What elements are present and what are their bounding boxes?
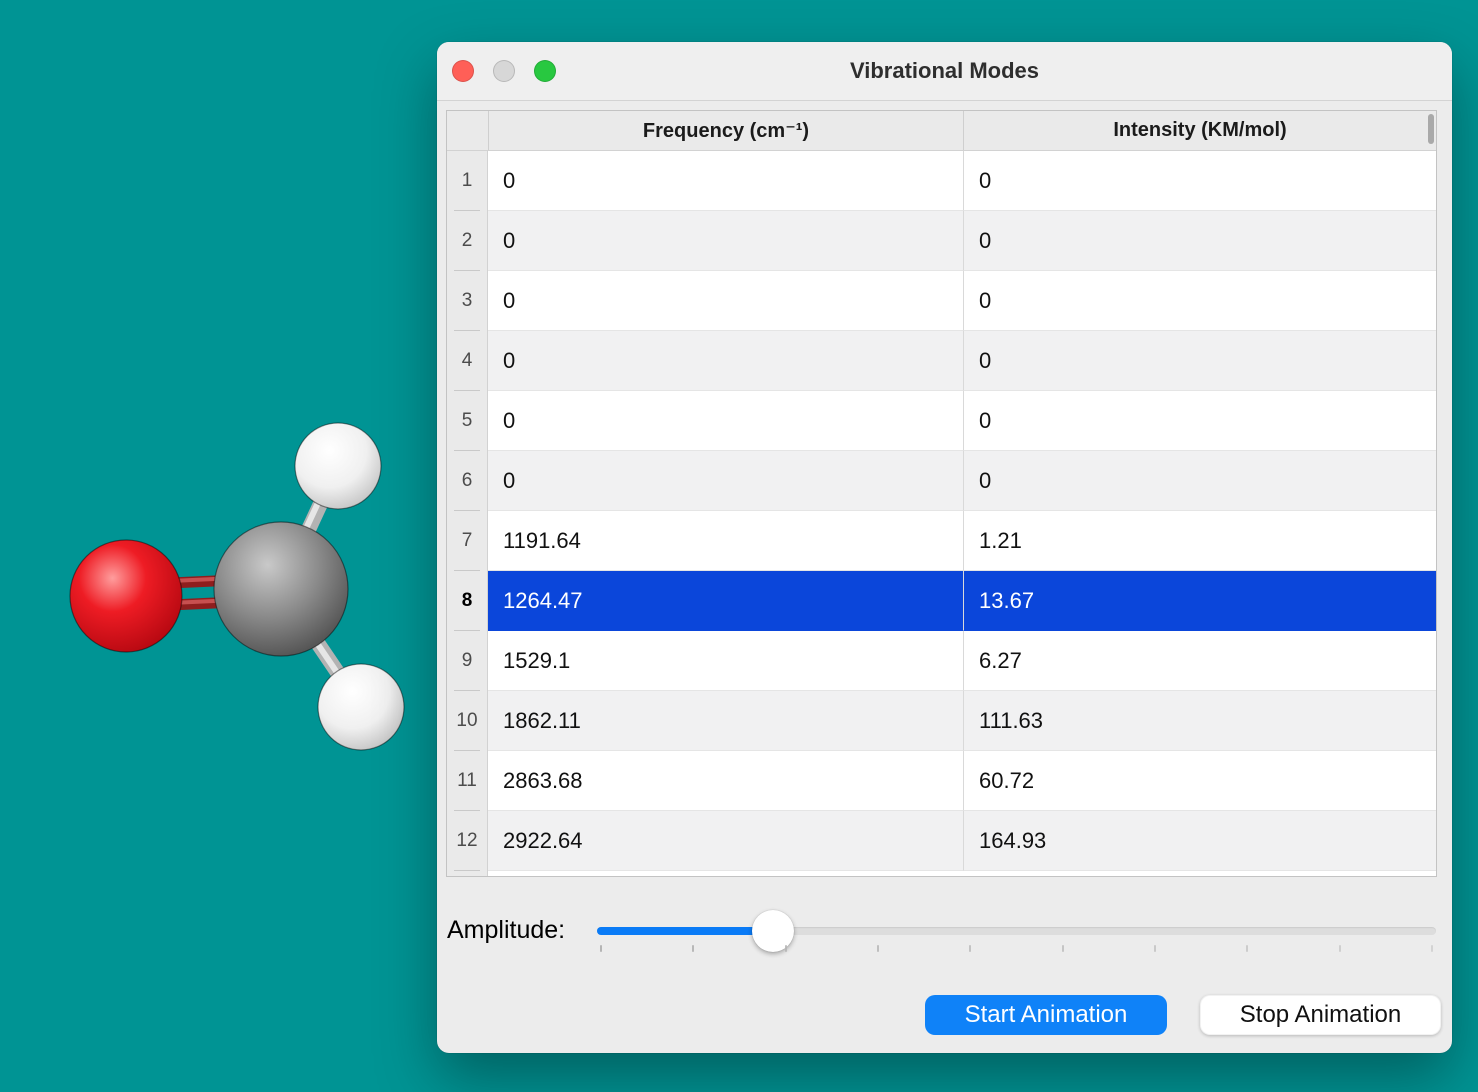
- molecule-viewport[interactable]: [40, 390, 440, 790]
- frequency-cell: 1191.64: [488, 511, 964, 571]
- row-number: 12: [447, 811, 488, 871]
- slider-tick-marks: [597, 945, 1436, 955]
- table-row[interactable]: 122922.64164.93: [447, 811, 1436, 871]
- hydrogen-atom-bottom: [318, 664, 404, 750]
- table-body: 10020030040050060071191.641.2181264.4713…: [447, 151, 1436, 871]
- table-row[interactable]: 200: [447, 211, 1436, 271]
- row-number: 6: [447, 451, 488, 511]
- partial-row: [447, 871, 1436, 877]
- modes-table: Frequency (cm⁻¹) Intensity (KM/mol) 1002…: [446, 110, 1437, 877]
- frequency-cell: 0: [488, 451, 964, 511]
- row-number: 5: [447, 391, 488, 451]
- table-header: Frequency (cm⁻¹) Intensity (KM/mol): [447, 111, 1436, 151]
- amplitude-slider[interactable]: [597, 927, 1436, 935]
- slider-tick: [1339, 945, 1341, 952]
- row-number: 11: [447, 751, 488, 811]
- frequency-cell: 0: [488, 331, 964, 391]
- frequency-cell: 1862.11: [488, 691, 964, 751]
- row-number: 3: [447, 271, 488, 331]
- vibrational-modes-window: Vibrational Modes Frequency (cm⁻¹) Inten…: [437, 42, 1452, 1053]
- frequency-cell: 2863.68: [488, 751, 964, 811]
- table-row[interactable]: 300: [447, 271, 1436, 331]
- table-row[interactable]: 71191.641.21: [447, 511, 1436, 571]
- intensity-cell: 0: [964, 331, 1436, 391]
- slider-tick: [1154, 945, 1156, 952]
- table-row[interactable]: 101862.11111.63: [447, 691, 1436, 751]
- slider-tick: [600, 945, 602, 952]
- slider-tick: [692, 945, 694, 952]
- frequency-cell: 2922.64: [488, 811, 964, 871]
- table-row[interactable]: 91529.16.27: [447, 631, 1436, 691]
- slider-tick: [969, 945, 971, 952]
- frequency-cell: 0: [488, 151, 964, 211]
- intensity-cell: 0: [964, 451, 1436, 511]
- row-number: 7: [447, 511, 488, 571]
- table-row[interactable]: 500: [447, 391, 1436, 451]
- intensity-cell: 111.63: [964, 691, 1436, 751]
- intensity-cell: 0: [964, 151, 1436, 211]
- slider-tick: [877, 945, 879, 952]
- intensity-cell: 0: [964, 271, 1436, 331]
- intensity-cell: 1.21: [964, 511, 1436, 571]
- titlebar[interactable]: Vibrational Modes: [437, 42, 1452, 101]
- amplitude-label: Amplitude:: [447, 916, 565, 945]
- slider-tick: [1062, 945, 1064, 952]
- row-number: 4: [447, 331, 488, 391]
- stop-animation-button[interactable]: Stop Animation: [1200, 995, 1441, 1035]
- carbon-atom: [214, 522, 348, 656]
- hydrogen-atom-top: [295, 423, 381, 509]
- slider-tick: [1431, 945, 1433, 952]
- window-title: Vibrational Modes: [437, 42, 1452, 100]
- vertical-scrollbar-thumb[interactable]: [1428, 114, 1434, 144]
- frequency-cell: 0: [488, 391, 964, 451]
- table-row[interactable]: 81264.4713.67: [447, 571, 1436, 631]
- row-number: 8: [447, 571, 488, 631]
- row-number: 9: [447, 631, 488, 691]
- frequency-cell: 0: [488, 211, 964, 271]
- frequency-cell: 1264.47: [488, 571, 964, 631]
- frequency-cell: 1529.1: [488, 631, 964, 691]
- slider-tick: [785, 945, 787, 952]
- row-number: 2: [447, 211, 488, 271]
- corner-header-cell: [447, 111, 488, 150]
- table-row[interactable]: 100: [447, 151, 1436, 211]
- intensity-cell: 6.27: [964, 631, 1436, 691]
- start-animation-button[interactable]: Start Animation: [925, 995, 1167, 1035]
- table-row[interactable]: 112863.6860.72: [447, 751, 1436, 811]
- intensity-column-header[interactable]: Intensity (KM/mol): [964, 111, 1436, 150]
- row-number: 1: [447, 151, 488, 211]
- frequency-column-header[interactable]: Frequency (cm⁻¹): [488, 111, 964, 150]
- intensity-cell: 13.67: [964, 571, 1436, 631]
- intensity-cell: 0: [964, 391, 1436, 451]
- intensity-cell: 0: [964, 211, 1436, 271]
- frequency-cell: 0: [488, 271, 964, 331]
- intensity-cell: 164.93: [964, 811, 1436, 871]
- slider-filled-track: [597, 927, 773, 935]
- intensity-cell: 60.72: [964, 751, 1436, 811]
- table-row[interactable]: 400: [447, 331, 1436, 391]
- slider-tick: [1246, 945, 1248, 952]
- table-row[interactable]: 600: [447, 451, 1436, 511]
- oxygen-atom: [70, 540, 182, 652]
- row-number: 10: [447, 691, 488, 751]
